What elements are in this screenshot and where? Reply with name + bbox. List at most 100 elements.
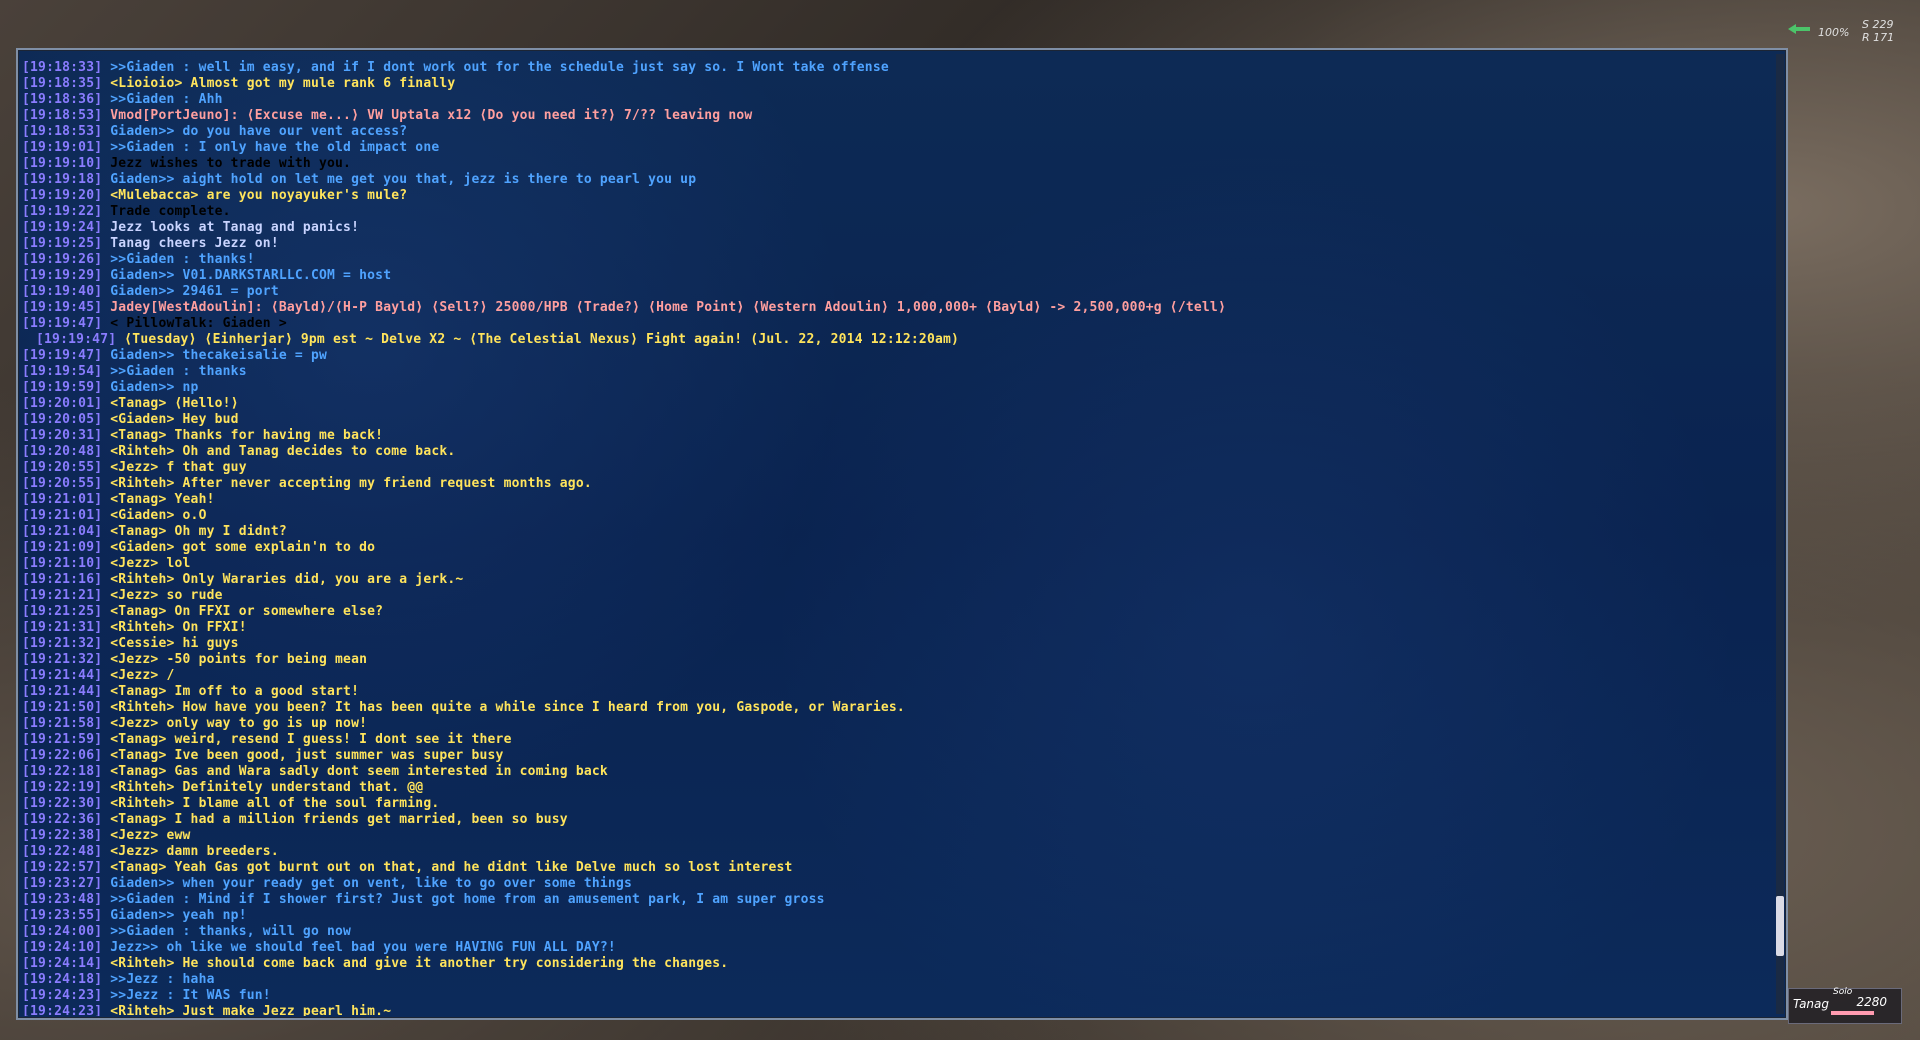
chat-line: [19:23:48] >>Giaden : Mind if I shower fi… <box>22 892 1772 908</box>
chat-timestamp: [19:22:38] <box>22 828 103 843</box>
chat-line: [19:20:48] <Rihteh> Oh and Tanag decides … <box>22 444 1772 460</box>
chat-message: Jezz wishes to trade with you. <box>110 156 352 171</box>
chat-message: Giaden>> 29461 = port <box>110 284 279 299</box>
chat-message: Giaden>> when your ready get on vent, li… <box>110 876 633 891</box>
chat-message: <Rihteh> On FFXI! <box>110 620 247 635</box>
chat-timestamp: [19:21:04] <box>22 524 103 539</box>
chat-timestamp: [19:20:31] <box>22 428 103 443</box>
chat-message: <Lioioio> Almost got my mule rank 6 fina… <box>110 76 456 91</box>
chat-timestamp: [19:21:50] <box>22 700 103 715</box>
chat-line: [19:21:31] <Rihteh> On FFXI! <box>22 620 1772 636</box>
chat-timestamp: [19:22:06] <box>22 748 103 763</box>
chat-message: Giaden>> aight hold on let me get you th… <box>110 172 697 187</box>
chat-message: <Rihteh> He should come back and give it… <box>110 956 729 971</box>
chat-timestamp: [19:19:22] <box>22 204 103 219</box>
chat-message: <Tanag> Thanks for having me back! <box>110 428 384 443</box>
chat-line: [19:20:05] <Giaden> Hey bud <box>22 412 1772 428</box>
chat-line: [19:20:01] <Tanag> ⟨Hello!⟩ <box>22 396 1772 412</box>
chat-message: >>Jezz : haha <box>110 972 215 987</box>
chat-line: [19:19:22] Trade complete. <box>22 204 1772 220</box>
chat-message: >>Giaden : thanks! <box>110 252 255 267</box>
chat-timestamp: [19:24:23] <box>22 1004 103 1016</box>
chat-timestamp: [19:19:54] <box>22 364 103 379</box>
chat-timestamp: [19:20:05] <box>22 412 103 427</box>
chat-timestamp: [19:19:24] <box>22 220 103 235</box>
chat-line: [19:20:55] <Rihteh> After never accepting… <box>22 476 1772 492</box>
chat-message: <Jezz> lol <box>110 556 191 571</box>
chat-message: < PillowTalk: Giaden > <box>110 316 287 331</box>
chat-message: <Tanag> Oh my I didnt? <box>110 524 287 539</box>
chat-message: <Jezz> / <box>110 668 175 683</box>
chat-message: <Tanag> ⟨Hello!⟩ <box>110 396 239 411</box>
chat-message: <Tanag> On FFXI or somewhere else? <box>110 604 384 619</box>
chat-message: <Jezz> -50 points for being mean <box>110 652 368 667</box>
chat-message: Vmod[PortJeuno]: ⟨Excuse me...⟩ VW Uptal… <box>110 108 753 123</box>
chat-scrollbar[interactable] <box>1776 54 1784 1014</box>
chat-line: [19:19:10] Jezz wishes to trade with you. <box>22 156 1772 172</box>
chat-line: [19:22:36] <Tanag> I had a million friend… <box>22 812 1772 828</box>
chat-line: [19:21:32] <Jezz> -50 points for being me… <box>22 652 1772 668</box>
chat-message: <Tanag> Im off to a good start! <box>110 684 360 699</box>
chat-line: [19:19:25] Tanag cheers Jezz on! <box>22 236 1772 252</box>
chat-line: [19:21:59] <Tanag> weird, resend I guess!… <box>22 732 1772 748</box>
chat-line: [19:19:26] >>Giaden : thanks! <box>22 252 1772 268</box>
chat-timestamp: [19:21:32] <box>22 636 103 651</box>
chat-line: [19:19:29] Giaden>> V01.DARKSTARLLC.COM =… <box>22 268 1772 284</box>
chat-message: <Rihteh> Only Wararies did, you are a je… <box>110 572 464 587</box>
chat-timestamp: [19:19:25] <box>22 236 103 251</box>
chat-timestamp: [19:22:57] <box>22 860 103 875</box>
chat-line: [19:19:47] ⟨Tuesday⟩ ⟨Einherjar⟩ 9pm est … <box>22 332 1772 348</box>
chat-message: <Rihteh> Definitely understand that. @@ <box>110 780 424 795</box>
chat-line: [19:24:23] >>Jezz : It WAS fun! <box>22 988 1772 1004</box>
chat-timestamp: [19:19:01] <box>22 140 103 155</box>
chat-line: [19:23:27] Giaden>> when your ready get o… <box>22 876 1772 892</box>
chat-message: Jezz>> oh like we should feel bad you we… <box>110 940 616 955</box>
party-status-box[interactable]: Solo Tanag 2280 <box>1788 987 1902 1024</box>
chat-line: [19:19:01] >>Giaden : I only have the old… <box>22 140 1772 156</box>
chat-timestamp: [19:20:01] <box>22 396 103 411</box>
chat-message: ⟨Tuesday⟩ ⟨Einherjar⟩ 9pm est ~ Delve X2… <box>124 332 960 347</box>
chat-timestamp: [19:24:14] <box>22 956 103 971</box>
chat-message: Giaden>> V01.DARKSTARLLC.COM = host <box>110 268 392 283</box>
chat-message: Trade complete. <box>110 204 231 219</box>
chat-line: [19:24:10] Jezz>> oh like we should feel … <box>22 940 1772 956</box>
chat-message: <Tanag> Gas and Wara sadly dont seem int… <box>110 764 608 779</box>
chat-message: <Jezz> so rude <box>110 588 223 603</box>
coordinate-r: R 171 <box>1862 31 1895 44</box>
chat-timestamp: [19:21:21] <box>22 588 103 603</box>
chat-line: [19:21:21] <Jezz> so rude <box>22 588 1772 604</box>
chat-timestamp: [19:22:30] <box>22 796 103 811</box>
chat-message: >>Giaden : thanks, will go now <box>110 924 352 939</box>
chat-timestamp: [19:21:09] <box>22 540 103 555</box>
chat-timestamp: [19:19:26] <box>22 252 103 267</box>
chat-line: [19:23:55] Giaden>> yeah np! <box>22 908 1772 924</box>
chat-line: [19:22:30] <Rihteh> I blame all of the so… <box>22 796 1772 812</box>
chat-line: [19:21:32] <Cessie> hi guys <box>22 636 1772 652</box>
chat-message: <Jezz> damn breeders. <box>110 844 279 859</box>
chat-timestamp: [19:19:29] <box>22 268 103 283</box>
chat-line: [19:21:16] <Rihteh> Only Wararies did, yo… <box>22 572 1772 588</box>
chat-message: >>Giaden : well im easy, and if I dont w… <box>110 60 889 75</box>
chat-timestamp: [19:19:10] <box>22 156 103 171</box>
chat-line: [19:21:25] <Tanag> On FFXI or somewhere e… <box>22 604 1772 620</box>
chat-timestamp: [19:24:23] <box>22 988 103 1003</box>
chat-line: [19:19:54] >>Giaden : thanks <box>22 364 1772 380</box>
chat-timestamp: [19:19:47] <box>22 348 103 363</box>
chat-timestamp: [19:21:58] <box>22 716 103 731</box>
chat-line: [19:21:09] <Giaden> got some explain'n to… <box>22 540 1772 556</box>
chat-line: [19:19:24] Jezz looks at Tanag and panics… <box>22 220 1772 236</box>
chat-log-window[interactable]: [19:18:33] >>Giaden : well im easy, and i… <box>16 48 1788 1020</box>
compass-arrow-icon <box>1788 24 1810 34</box>
chat-timestamp: [19:19:59] <box>22 380 103 395</box>
chat-timestamp: [19:22:48] <box>22 844 103 859</box>
chat-message: Giaden>> np <box>110 380 199 395</box>
chat-scroll-thumb[interactable] <box>1776 896 1784 956</box>
chat-line: [19:19:47] < PillowTalk: Giaden > <box>22 316 1772 332</box>
chat-timestamp: [19:21:10] <box>22 556 103 571</box>
chat-timestamp: [19:22:18] <box>22 764 103 779</box>
chat-line: [19:22:06] <Tanag> Ive been good, just su… <box>22 748 1772 764</box>
chat-message: <Giaden> Hey bud <box>110 412 239 427</box>
chat-line: [19:22:48] <Jezz> damn breeders. <box>22 844 1772 860</box>
party-mode-label: Solo <box>1833 987 1853 997</box>
chat-line: [19:22:57] <Tanag> Yeah Gas got burnt out… <box>22 860 1772 876</box>
